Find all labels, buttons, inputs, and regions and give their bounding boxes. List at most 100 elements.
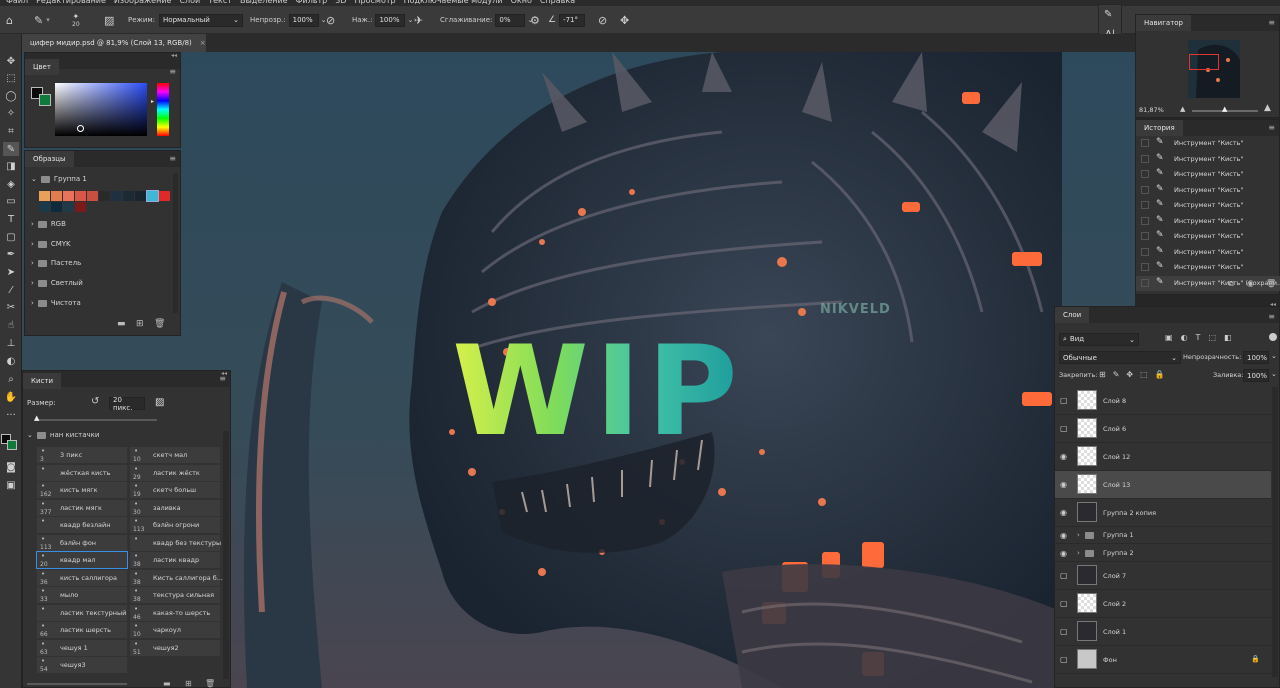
color-swatch[interactable] xyxy=(146,190,159,202)
type-filter-icon[interactable]: T xyxy=(1196,333,1201,342)
move-tool-icon[interactable]: ✥ xyxy=(3,54,19,68)
camera-icon[interactable]: ◉ xyxy=(1247,279,1254,288)
size-slider-track[interactable] xyxy=(37,419,157,421)
color-swatch[interactable] xyxy=(51,202,62,212)
color-swatch[interactable] xyxy=(63,202,74,212)
zoom-slider-handle[interactable]: ▲ xyxy=(1222,105,1227,113)
panel-menu-icon[interactable]: ≡ xyxy=(1268,123,1275,132)
menu-item[interactable]: Просмотр xyxy=(355,0,396,5)
panel-menu-icon[interactable]: ≡ xyxy=(1268,312,1275,321)
brush-preset[interactable]: • 54 чешуя3 xyxy=(37,657,127,673)
brush-preset[interactable]: • 113 бэлйн огрони xyxy=(130,517,220,533)
brush-preset[interactable]: • 10 скетч мал xyxy=(130,447,220,463)
brush-size-picker[interactable]: ✦ 20 xyxy=(72,6,80,34)
layer-row[interactable]: ▢ Слой 8 xyxy=(1055,387,1271,415)
history-checkbox[interactable] xyxy=(1141,139,1149,147)
zoom-tool-icon[interactable]: ⌕ xyxy=(3,372,19,386)
brushes-scrollbar[interactable] xyxy=(223,431,229,679)
brush-tool-preset[interactable]: ✎ ▾ xyxy=(34,6,50,34)
menu-item[interactable]: Подключаемые модули xyxy=(404,0,503,5)
close-icon[interactable]: × xyxy=(200,39,206,47)
brush-size-input[interactable]: 20 пикс. xyxy=(109,396,145,412)
trash-icon[interactable]: 🗑 xyxy=(1266,279,1276,288)
color-spectrum[interactable] xyxy=(55,83,147,136)
history-tab[interactable]: История xyxy=(1136,120,1183,136)
brush-group-row[interactable]: ⌄ нан кистачки xyxy=(27,431,99,439)
path-select-icon[interactable]: ➤ xyxy=(3,265,19,279)
mode-select[interactable]: Нормальный ⌄ xyxy=(159,13,244,27)
history-item[interactable]: ✎ Инструмент "Кисть" xyxy=(1136,260,1280,275)
navigator-view-box[interactable] xyxy=(1189,54,1219,70)
brush-preset[interactable]: • 3 3 пикс xyxy=(37,447,127,463)
folder-icon[interactable]: ▬ xyxy=(117,319,126,329)
panel-menu-icon[interactable]: ≡ xyxy=(169,67,176,76)
shape-filter-icon[interactable]: ⬚ xyxy=(1208,333,1216,342)
lock-position-icon[interactable]: ✥ xyxy=(1126,370,1133,379)
menu-item[interactable]: Текст xyxy=(208,0,232,5)
hidden-visibility-box[interactable]: ▢ xyxy=(1060,655,1068,664)
eye-icon[interactable]: ◉ xyxy=(1060,452,1067,461)
layer-row[interactable]: ◉ Слой 13 xyxy=(1055,471,1271,499)
color-swatch[interactable] xyxy=(51,191,62,201)
history-checkbox[interactable] xyxy=(1141,247,1149,256)
history-item[interactable]: ✎ Инструмент "Кисть" xyxy=(1136,245,1280,260)
history-checkbox[interactable] xyxy=(1141,232,1149,240)
layer-row[interactable]: ▢ Слой 1 xyxy=(1055,618,1271,646)
swatch-group[interactable]: › RGB xyxy=(31,220,66,228)
brush-settings-icon[interactable]: ▨ xyxy=(155,397,164,408)
menu-item[interactable]: 3D xyxy=(335,0,346,5)
history-item[interactable]: ✎ Инструмент "Кисть" xyxy=(1136,214,1280,229)
filter-toggle[interactable] xyxy=(1269,333,1277,341)
smoothing-input[interactable]: 0% xyxy=(495,13,526,27)
chevron-right-icon[interactable]: › xyxy=(1077,531,1080,539)
layer-row[interactable]: ◉ Слой 12 xyxy=(1055,443,1271,471)
chevron-down-icon[interactable]: ⌄ xyxy=(1271,352,1277,360)
brush-preset[interactable]: • 377 ластик мягк xyxy=(37,499,127,516)
lock-artboard-icon[interactable]: ⬚ xyxy=(1140,370,1148,379)
lasso-tool-icon[interactable]: ◯ xyxy=(3,89,19,103)
color-picker-handle[interactable] xyxy=(77,125,84,132)
angle-input[interactable]: -71° xyxy=(559,13,586,27)
chevron-down-icon[interactable]: ⌄ xyxy=(407,16,413,24)
stamp-tool-icon[interactable]: ⊥ xyxy=(3,336,19,350)
eye-icon[interactable]: ◉ xyxy=(1060,531,1067,540)
history-checkbox[interactable] xyxy=(1141,201,1149,209)
history-checkbox[interactable] xyxy=(1141,263,1149,271)
hidden-visibility-box[interactable]: ▢ xyxy=(1060,599,1068,608)
brush-preset[interactable]: • квадр безлайн xyxy=(37,517,127,533)
hidden-visibility-box[interactable]: ▢ xyxy=(1060,424,1068,433)
zoom-out-icon[interactable]: ▲ xyxy=(1180,105,1185,113)
brush-preset[interactable]: • 33 мыло xyxy=(37,587,127,603)
brush-preset[interactable]: • 51 чешуя2 xyxy=(130,639,220,656)
menu-item[interactable]: Окно xyxy=(511,0,532,5)
document-tab[interactable]: цифер мидир.psd @ 81,9% (Слой 13, RGB/8)… xyxy=(22,34,206,52)
brush-preset[interactable]: • квадр без текстуры xyxy=(130,534,221,551)
color-swatch[interactable] xyxy=(135,191,146,201)
panel-menu-icon[interactable]: ≡ xyxy=(169,154,176,163)
color-swatch[interactable] xyxy=(111,191,122,201)
background-color-swatch[interactable] xyxy=(7,440,17,450)
color-swatch[interactable] xyxy=(39,202,50,212)
menu-item[interactable]: Выделение xyxy=(240,0,288,5)
pen-tool-icon[interactable]: ✒ xyxy=(3,247,19,261)
menu-item[interactable]: Фильтр xyxy=(296,0,328,5)
pressure-input[interactable]: 100% xyxy=(375,13,406,27)
lock-all-icon[interactable]: 🔒 xyxy=(1155,370,1165,379)
layers-tab[interactable]: Слои xyxy=(1055,307,1090,323)
layers-scrollbar[interactable] xyxy=(1272,387,1278,677)
color-swatch[interactable] xyxy=(75,191,86,201)
chevron-down-icon[interactable]: ⌄ xyxy=(1271,370,1277,378)
history-checkbox[interactable] xyxy=(1141,185,1149,194)
swatches-scrollbar[interactable] xyxy=(173,173,178,313)
brush-preset[interactable]: • 66 ластик шерсть xyxy=(37,622,127,638)
navigator-tab[interactable]: Навигатор xyxy=(1136,15,1191,31)
menu-item[interactable]: Изображение xyxy=(114,0,172,5)
dodge-tool-icon[interactable]: ◐ xyxy=(3,354,19,368)
collapse-icon[interactable]: ◂◂ xyxy=(171,52,177,59)
layer-filter-select[interactable]: ⌕ Вид ⌄ xyxy=(1059,333,1139,346)
layer-row[interactable]: ▢ Слой 6 xyxy=(1055,415,1271,443)
menu-item[interactable]: Файл xyxy=(6,0,28,5)
brush-preset[interactable]: • 19 скетч больш xyxy=(130,482,220,498)
fill-input[interactable]: 100% xyxy=(1243,369,1269,382)
trash-icon[interactable]: 🗑 xyxy=(205,679,215,688)
